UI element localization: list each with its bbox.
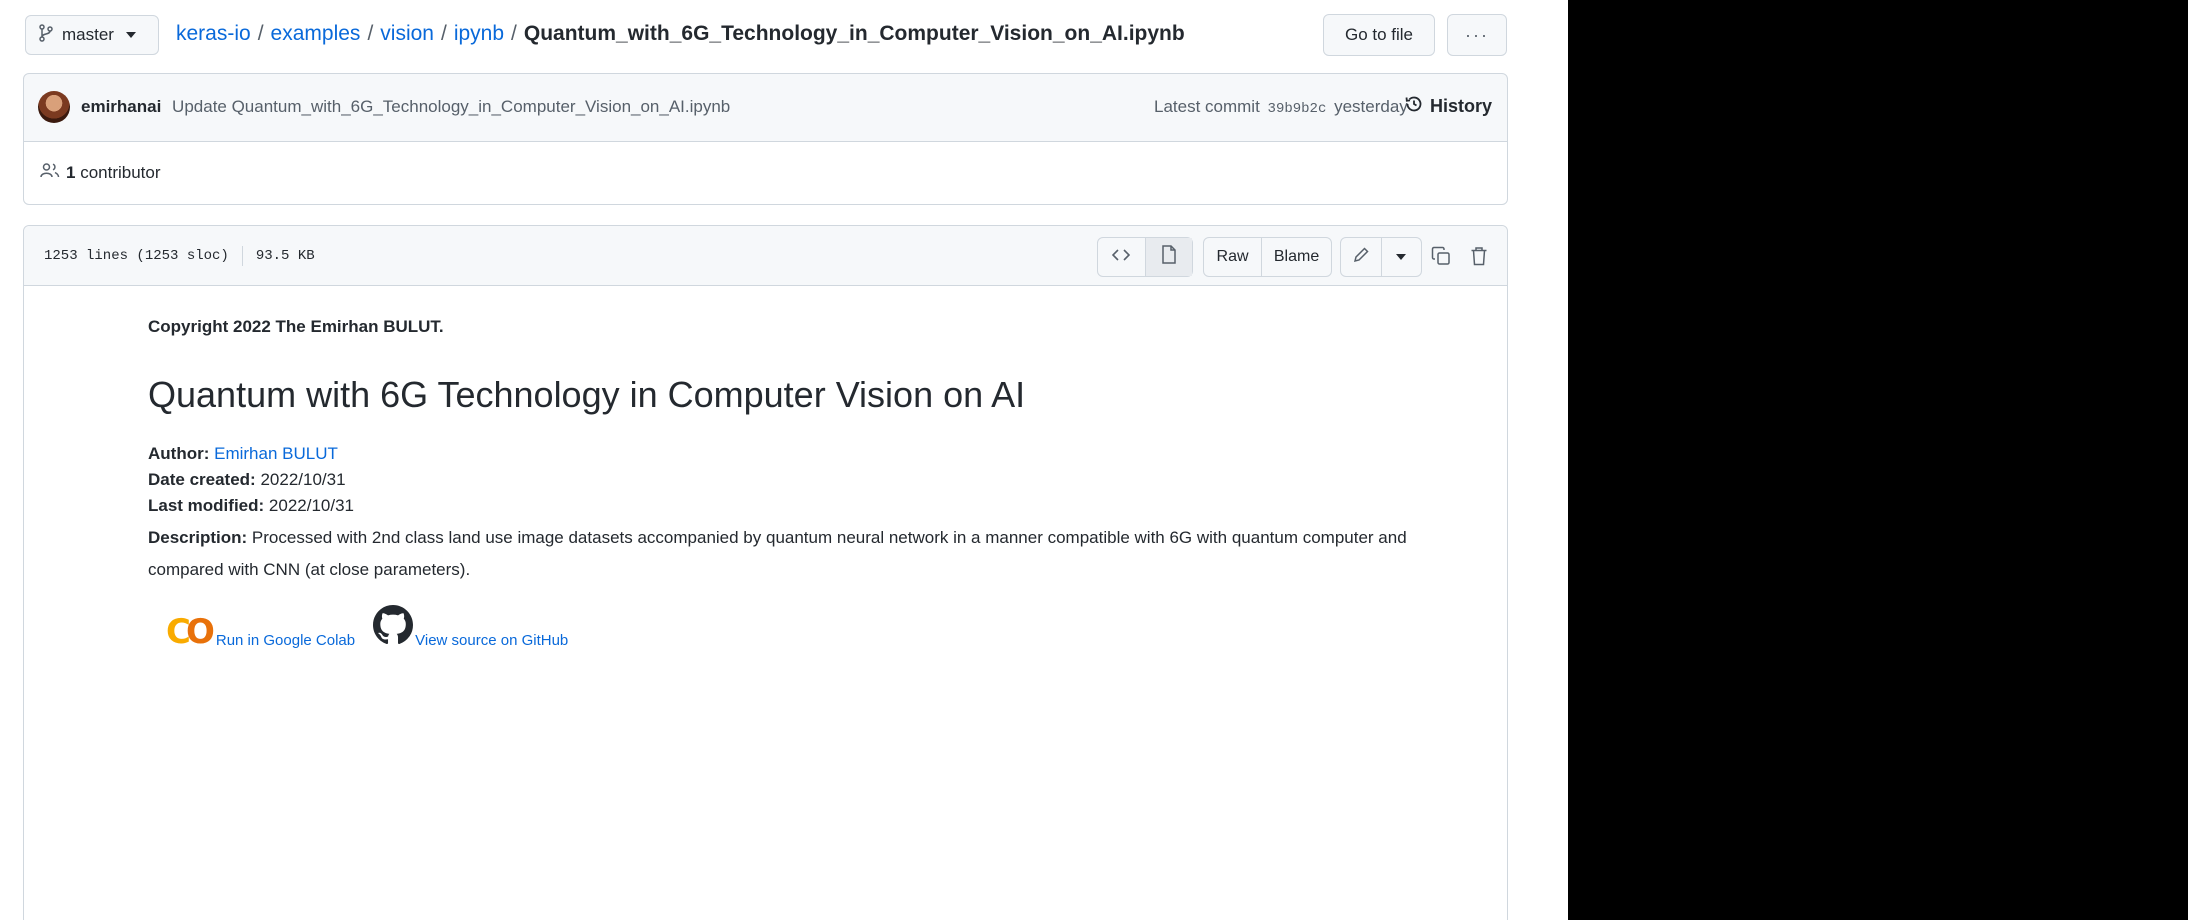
breadcrumb-separator: / <box>257 22 264 45</box>
chevron-down-icon <box>1396 254 1407 260</box>
edit-dropdown-button[interactable] <box>1380 238 1421 276</box>
breadcrumb-separator: / <box>511 22 517 45</box>
breadcrumb-separator: / <box>367 22 374 45</box>
code-view-button[interactable] <box>1098 238 1145 276</box>
history-link[interactable]: History <box>1404 94 1492 119</box>
last-modified-value: 2022/10/31 <box>268 496 354 515</box>
branch-icon <box>38 23 54 47</box>
last-modified-line: Last modified: 2022/10/31 <box>148 496 354 516</box>
description-label: Description: <box>148 528 248 547</box>
copy-button[interactable] <box>1431 246 1451 271</box>
contributors-bar <box>23 141 1508 205</box>
author-line: Author: Emirhan BULUT <box>148 444 338 464</box>
date-created-value: 2022/10/31 <box>260 470 346 489</box>
file-size: 93.5 KB <box>255 248 315 264</box>
description-paragraph: Description: Processed with 2nd class la… <box>148 522 1448 586</box>
contributor-label: contributor <box>80 162 161 182</box>
edit-button[interactable] <box>1341 238 1381 276</box>
breadcrumb-link-vision[interactable]: vision <box>380 22 434 46</box>
breadcrumb-link-examples[interactable]: examples <box>271 22 361 46</box>
view-mode-toggle <box>1097 237 1193 277</box>
notebook-title: Quantum with 6G Technology in Computer V… <box>148 374 1026 415</box>
people-icon <box>40 162 60 183</box>
copy-icon <box>1431 246 1451 270</box>
notebook-badges: CO Run in Google Colab View source on Gi… <box>166 605 568 649</box>
raw-blame-group: Raw Blame <box>1203 237 1332 277</box>
view-on-github-link[interactable]: View source on GitHub <box>415 632 568 649</box>
raw-button[interactable]: Raw <box>1204 238 1261 276</box>
breadcrumb-link-ipynb[interactable]: ipynb <box>454 22 504 46</box>
latest-commit-info: Latest commit 39b9b2c yesterday <box>1154 96 1408 120</box>
github-file-page: master keras-io / examples / vision / ip… <box>0 0 1568 920</box>
commit-sha-link[interactable]: 39b9b2c <box>1268 101 1327 117</box>
delete-button[interactable] <box>1470 246 1488 271</box>
trash-icon <box>1470 247 1488 270</box>
breadcrumb-current-file: Quantum_with_6G_Technology_in_Computer_V… <box>523 22 1185 45</box>
code-icon <box>1112 248 1131 267</box>
blame-button[interactable]: Blame <box>1261 238 1331 276</box>
history-icon <box>1404 94 1424 119</box>
more-options-button[interactable]: ··· <box>1447 14 1507 56</box>
contributors-link[interactable]: 1 contributor <box>40 162 161 183</box>
branch-name: master <box>62 25 114 44</box>
file-icon <box>1161 245 1177 269</box>
date-created-label: Date created: <box>148 470 256 489</box>
date-created-line: Date created: 2022/10/31 <box>148 470 346 490</box>
breadcrumb-separator: / <box>440 22 447 45</box>
colab-logo-icon[interactable]: CO <box>166 612 215 652</box>
commit-message-link[interactable]: Update Quantum_with_6G_Technology_in_Com… <box>172 97 730 116</box>
display-view-button[interactable] <box>1144 238 1192 276</box>
commit-author-link[interactable]: emirhanai <box>81 97 161 116</box>
copyright-text: Copyright 2022 The Emirhan BULUT. <box>148 317 444 336</box>
latest-commit-label: Latest commit <box>1154 97 1260 116</box>
colab-logo-letter: O <box>185 612 215 652</box>
breadcrumb-link-repo[interactable]: keras-io <box>176 22 251 46</box>
contributor-count: 1 <box>66 162 76 182</box>
last-modified-label: Last modified: <box>148 496 265 515</box>
divider <box>241 246 243 266</box>
github-logo-icon[interactable] <box>373 605 414 649</box>
commit-time: yesterday <box>1334 97 1408 116</box>
edit-group <box>1340 237 1422 277</box>
chevron-down-icon <box>125 32 136 38</box>
commit-summary: emirhanai Update Quantum_with_6G_Technol… <box>81 96 730 118</box>
file-info: 1253 lines (1253 sloc) 93.5 KB <box>44 246 315 266</box>
colab-logo-text: CO <box>166 612 215 652</box>
file-line-count: 1253 lines (1253 sloc) <box>44 248 229 264</box>
branch-selector[interactable]: master <box>25 15 159 55</box>
description-text: Processed with 2nd class land use image … <box>148 528 1407 579</box>
author-link[interactable]: Emirhan BULUT <box>214 444 338 463</box>
history-label: History <box>1430 96 1493 116</box>
author-label: Author: <box>148 444 210 463</box>
go-to-file-button[interactable]: Go to file <box>1323 14 1435 56</box>
pencil-icon <box>1352 246 1370 269</box>
breadcrumb: keras-io / examples / vision / ipynb / Q… <box>176 22 1185 46</box>
avatar[interactable] <box>38 91 70 123</box>
run-in-colab-link[interactable]: Run in Google Colab <box>216 632 355 649</box>
